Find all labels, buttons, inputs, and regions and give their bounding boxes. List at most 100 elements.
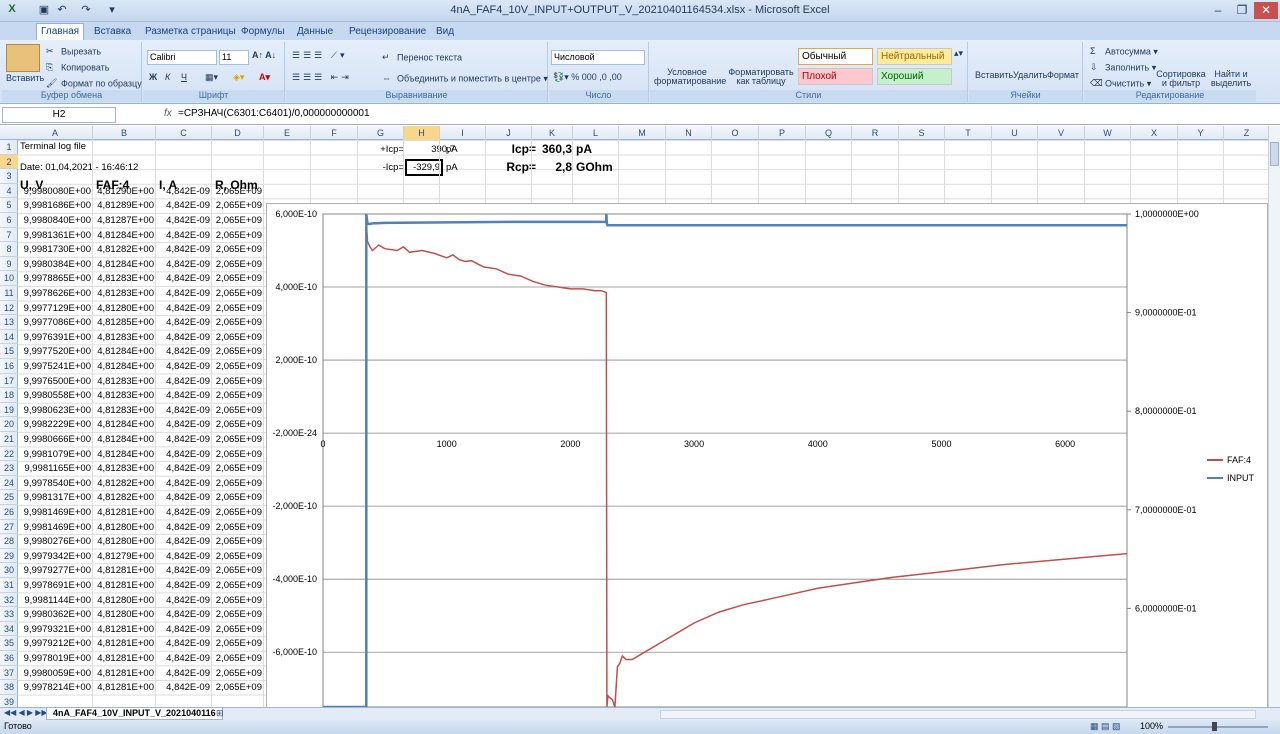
table-cell[interactable]: 4,842E-09: [156, 667, 210, 681]
table-cell[interactable]: 9,9979321E+00: [18, 623, 91, 637]
table-cell[interactable]: 2,065E+09: [212, 331, 262, 345]
row-header-20[interactable]: 20: [0, 417, 18, 432]
conditional-formatting-button[interactable]: Условное форматирование: [654, 68, 726, 86]
number-format-icons[interactable]: 💱▾ % 000 ,0 ,00: [553, 72, 622, 83]
zoom-slider[interactable]: [1168, 726, 1268, 728]
table-cell[interactable]: 9,9976391E+00: [18, 331, 91, 345]
table-cell[interactable]: 4,842E-09: [156, 199, 210, 213]
row-header-3[interactable]: 3: [0, 169, 18, 184]
table-cell[interactable]: 2,065E+09: [212, 521, 262, 535]
row-header-10[interactable]: 10: [0, 271, 18, 286]
row-header-8[interactable]: 8: [0, 242, 18, 257]
tab-insert[interactable]: Вставка: [90, 24, 135, 40]
table-cell[interactable]: 4,842E-09: [156, 302, 210, 316]
table-cell[interactable]: 4,842E-09: [156, 214, 210, 228]
row-header-31[interactable]: 31: [0, 578, 18, 593]
tab-view[interactable]: Вид: [432, 24, 458, 40]
table-cell[interactable]: 4,81284E+00: [93, 433, 154, 447]
table-cell[interactable]: 4,842E-09: [156, 433, 210, 447]
row-header-21[interactable]: 21: [0, 432, 18, 447]
underline-button[interactable]: Ч: [181, 72, 187, 82]
table-cell[interactable]: 2,065E+09: [212, 491, 262, 505]
table-cell[interactable]: 4,81282E+00: [93, 243, 154, 257]
table-cell[interactable]: 2,065E+09: [212, 433, 262, 447]
table-cell[interactable]: 4,81287E+00: [93, 214, 154, 228]
table-cell[interactable]: 4,81280E+00: [93, 302, 154, 316]
row-header-16[interactable]: 16: [0, 359, 18, 374]
table-cell[interactable]: 9,9980276E+00: [18, 535, 91, 549]
table-cell[interactable]: 4,81280E+00: [93, 521, 154, 535]
grow-font-icon[interactable]: A↑ A↓: [252, 50, 276, 60]
table-cell[interactable]: 4,81281E+00: [93, 579, 154, 593]
row-header-33[interactable]: 33: [0, 607, 18, 622]
table-cell[interactable]: 9,9981144E+00: [18, 594, 91, 608]
tab-page-layout[interactable]: Разметка страницы: [141, 24, 240, 40]
table-cell[interactable]: 9,9978540E+00: [18, 477, 91, 491]
font-size-select[interactable]: 11: [219, 50, 249, 65]
table-cell[interactable]: 4,842E-09: [156, 418, 210, 432]
styles-more-icon[interactable]: ▴▾: [954, 48, 963, 59]
table-cell[interactable]: 4,81280E+00: [93, 535, 154, 549]
name-box[interactable]: H2: [2, 107, 116, 123]
column-header-r[interactable]: R: [852, 126, 899, 140]
table-cell[interactable]: 4,842E-09: [156, 579, 210, 593]
sort-filter-button[interactable]: Сортировка и фильтр: [1156, 70, 1206, 88]
column-header-y[interactable]: Y: [1178, 126, 1224, 140]
column-header-q[interactable]: Q: [806, 126, 852, 140]
table-cell[interactable]: 2,065E+09: [212, 418, 262, 432]
row-header-28[interactable]: 28: [0, 534, 18, 549]
column-header-n[interactable]: N: [666, 126, 712, 140]
column-header-b[interactable]: B: [93, 126, 156, 140]
fx-icon[interactable]: fx: [164, 108, 172, 119]
table-cell[interactable]: 9,9982229E+00: [18, 418, 91, 432]
table-cell[interactable]: 4,842E-09: [156, 564, 210, 578]
table-cell[interactable]: 2,065E+09: [212, 550, 262, 564]
font-name-select[interactable]: Calibri: [147, 50, 217, 65]
table-cell[interactable]: 4,81281E+00: [93, 681, 154, 695]
row-header-25[interactable]: 25: [0, 490, 18, 505]
table-cell[interactable]: 9,9981079E+00: [18, 448, 91, 462]
italic-button[interactable]: К: [165, 72, 170, 82]
row-header-2[interactable]: 2: [0, 154, 18, 170]
delete-cells-button[interactable]: Удалить: [1013, 70, 1047, 80]
table-cell[interactable]: 4,81279E+00: [93, 550, 154, 564]
table-cell[interactable]: 4,81284E+00: [93, 418, 154, 432]
vertical-align-icons[interactable]: ☰☰☰ ⟋▾: [292, 50, 348, 61]
table-cell[interactable]: 9,9981317E+00: [18, 491, 91, 505]
table-cell[interactable]: 9,9981469E+00: [18, 506, 91, 520]
table-cell[interactable]: 2,065E+09: [212, 448, 262, 462]
formula-input[interactable]: =СРЗНАЧ(C6301:C6401)/0,000000000001: [178, 108, 370, 119]
column-header-s[interactable]: S: [899, 126, 945, 140]
cell-h2-selected[interactable]: -329,9: [405, 159, 443, 176]
table-cell[interactable]: 2,065E+09: [212, 302, 262, 316]
table-cell[interactable]: 9,9981361E+00: [18, 229, 91, 243]
column-header-g[interactable]: G: [358, 126, 404, 140]
number-format-select[interactable]: Числовой: [551, 50, 645, 65]
fill-color-icon[interactable]: ◈▾: [233, 72, 244, 83]
column-header-k[interactable]: K: [532, 126, 573, 140]
tab-home[interactable]: Главная: [36, 23, 85, 40]
table-cell[interactable]: 4,842E-09: [156, 258, 210, 272]
tab-review[interactable]: Рецензирование: [345, 24, 430, 40]
table-cell[interactable]: 2,065E+09: [212, 229, 262, 243]
column-header-t[interactable]: T: [945, 126, 992, 140]
merge-center-button[interactable]: ⇔ Объединить и поместить в центре ▾: [382, 73, 548, 85]
table-cell[interactable]: 4,842E-09: [156, 462, 210, 476]
table-cell[interactable]: 4,81284E+00: [93, 448, 154, 462]
table-cell[interactable]: 9,9977086E+00: [18, 316, 91, 330]
table-cell[interactable]: 4,81280E+00: [93, 594, 154, 608]
cell-k1[interactable]: 360,3: [530, 142, 572, 156]
table-cell[interactable]: 9,9975241E+00: [18, 360, 91, 374]
row-header-5[interactable]: 5: [0, 198, 18, 213]
table-cell[interactable]: 9,9979277E+00: [18, 564, 91, 578]
cell-a2[interactable]: Date: 01,04,2021 - 16:46:12: [20, 161, 138, 175]
borders-icon[interactable]: ▦▾: [205, 72, 218, 83]
table-cell[interactable]: 4,81284E+00: [93, 229, 154, 243]
cell-k2[interactable]: 2,8: [530, 160, 572, 174]
cell-j1[interactable]: Icp=: [488, 142, 536, 156]
insert-cells-button[interactable]: Вставить: [975, 70, 1013, 80]
table-cell[interactable]: 4,81281E+00: [93, 506, 154, 520]
column-header-x[interactable]: X: [1131, 126, 1178, 140]
table-cell[interactable]: 9,9981165E+00: [18, 462, 91, 476]
table-cell[interactable]: 9,9980059E+00: [18, 667, 91, 681]
